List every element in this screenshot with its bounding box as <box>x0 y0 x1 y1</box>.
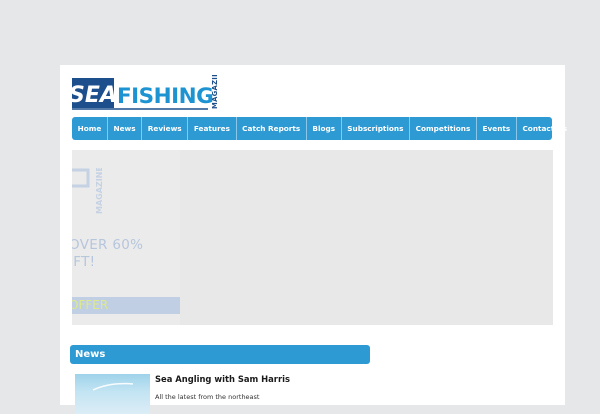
nav-item-blogs[interactable]: Blogs <box>307 117 342 140</box>
nav-item-catch-reports[interactable]: Catch Reports <box>237 117 307 140</box>
nav-item-news[interactable]: News <box>108 117 143 140</box>
subscription-promo[interactable]: MAGAZINE OVER 60% IFT! OFFER <box>72 150 180 325</box>
nav-item-subscriptions[interactable]: Subscriptions <box>342 117 411 140</box>
nav-item-features[interactable]: Features <box>188 117 237 140</box>
logo-fishing-text: FISHING <box>117 84 213 109</box>
nav-item-contact-us[interactable]: Contact Us <box>517 117 573 140</box>
promo-magazine-logo: MAGAZINE <box>72 168 104 214</box>
news-thumbnail[interactable] <box>75 374 150 414</box>
nav-item-events[interactable]: Events <box>477 117 517 140</box>
promo-offer-label[interactable]: OFFER <box>72 297 108 314</box>
news-thumbnail-image <box>92 382 134 391</box>
promo-magazine-text: MAGAZINE <box>95 168 104 214</box>
nav-item-reviews[interactable]: Reviews <box>142 117 189 140</box>
promo-headline-1: OVER 60% <box>72 237 144 253</box>
news-section-header: News <box>70 345 370 364</box>
thumbnail-fishing-line <box>92 382 134 391</box>
promo-headline-2: IFT! <box>72 254 96 270</box>
news-item-title[interactable]: Sea Angling with Sam Harris <box>155 374 290 384</box>
featured-slider[interactable]: MAGAZINE OVER 60% IFT! OFFER <box>72 150 553 325</box>
logo-magazine-text: MAGAZINE <box>211 75 219 109</box>
nav-item-home[interactable]: Home <box>72 117 108 140</box>
logo-sea-text: SEA <box>72 83 117 108</box>
promo-logo-fragment <box>72 168 90 188</box>
nav-item-competitions[interactable]: Competitions <box>410 117 477 140</box>
site-logo[interactable]: SEA FISHING MAGAZINE <box>72 75 222 111</box>
main-nav: Home News Reviews Features Catch Reports… <box>72 117 567 140</box>
page-container: SEA FISHING MAGAZINE Home News Reviews F… <box>60 65 567 414</box>
